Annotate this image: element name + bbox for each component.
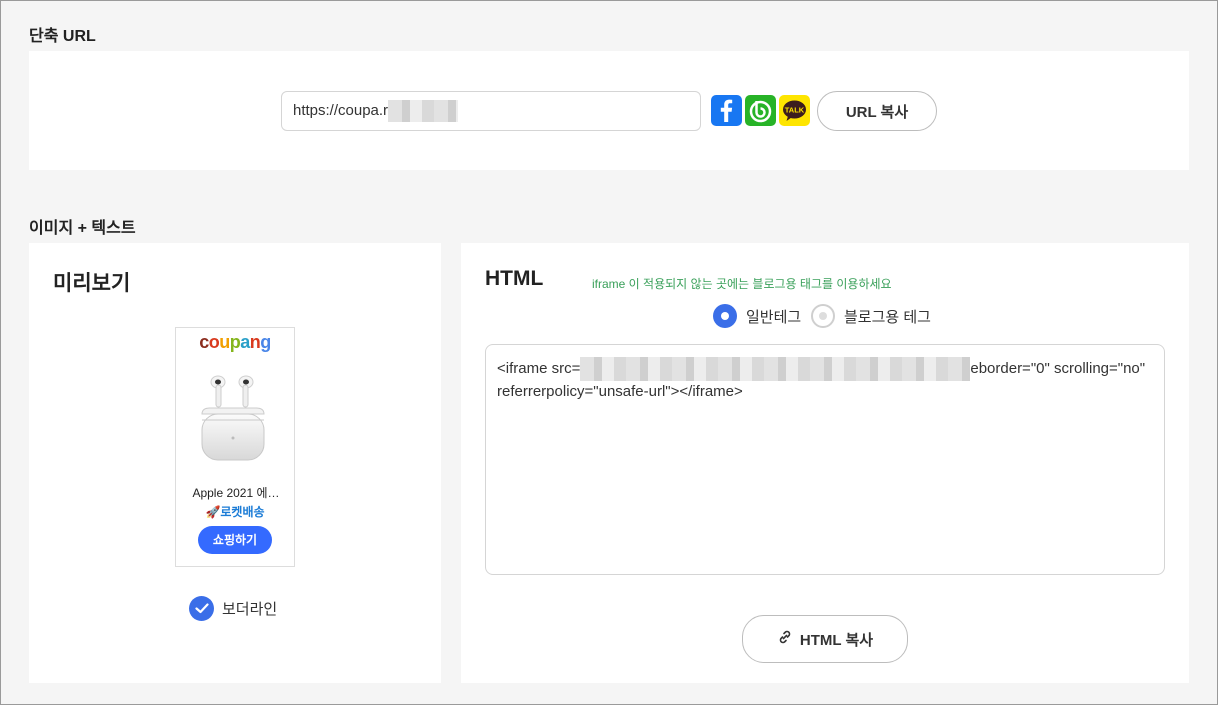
html-code-textarea[interactable]: <iframe src= eborder="0" scrolling="no" r… (485, 344, 1165, 575)
iframe-hint: iframe 이 적용되지 않는 곳에는 블로그용 태그를 이용하세요 (592, 277, 892, 291)
preview-heading: 미리보기 (53, 272, 131, 295)
radio-general-label: 일반테그 (746, 308, 802, 326)
code-prefix: <iframe src= (497, 359, 581, 377)
ad-preview-box[interactable]: coupang coupang Ap (175, 327, 295, 567)
preview-card: 미리보기 coupang coupang (29, 243, 441, 683)
html-copy-button[interactable]: HTML 복사 (742, 615, 908, 663)
redacted-url (388, 100, 459, 123)
html-heading: HTML (485, 267, 544, 290)
product-name: Apple 2021 에… (192, 486, 280, 500)
check-icon (189, 596, 214, 621)
radio-selected-icon (713, 304, 737, 328)
radio-unselected-icon (811, 304, 835, 328)
kakaotalk-label: TALK (785, 106, 805, 115)
shopping-button[interactable]: 쇼핑하기 (198, 526, 272, 554)
radio-blog-tag[interactable]: 블로그용 테그 (811, 304, 931, 328)
rocket-delivery-badge: 🚀로켓배송 (205, 505, 265, 519)
radio-blog-label: 블로그용 테그 (844, 308, 931, 326)
band-icon[interactable] (745, 95, 776, 126)
border-line-label: 보더라인 (222, 601, 278, 618)
coupang-logo: coupang (199, 332, 271, 352)
url-copy-label: URL 복사 (845, 103, 909, 121)
image-text-section-title: 이미지 + 텍스트 (29, 220, 136, 237)
facebook-icon[interactable] (711, 95, 742, 126)
redacted-code (580, 357, 971, 381)
short-url-value: https://coupa.r (293, 102, 389, 119)
short-url-card: https://coupa.r TALK URL 복사 (29, 51, 1189, 170)
html-card: HTML iframe 이 적용되지 않는 곳에는 블로그용 태그를 이용하세요… (461, 243, 1189, 683)
short-url-field[interactable]: https://coupa.r (281, 91, 701, 131)
link-icon (777, 629, 793, 649)
radio-general-tag[interactable]: 일반테그 (713, 304, 801, 328)
short-url-section-title: 단축 URL (29, 28, 96, 45)
html-copy-label: HTML 복사 (799, 631, 874, 649)
kakaotalk-icon[interactable]: TALK (779, 95, 810, 126)
airpods-product-image (196, 368, 276, 468)
url-copy-button[interactable]: URL 복사 (817, 91, 937, 131)
border-line-checkbox[interactable]: 보더라인 (189, 596, 277, 621)
